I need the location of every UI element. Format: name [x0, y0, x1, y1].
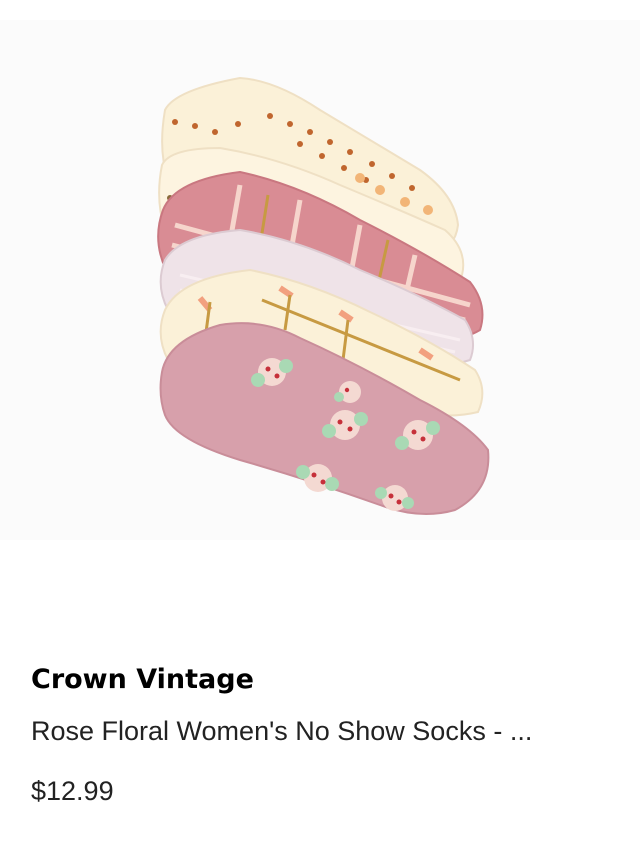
product-brand[interactable]: Crown Vintage: [31, 664, 254, 695]
socks-multipack-icon: [157, 76, 490, 515]
product-card[interactable]: Crown Vintage Rose Floral Women's No Sho…: [0, 0, 640, 853]
product-title[interactable]: Rose Floral Women's No Show Socks - ...: [31, 716, 611, 747]
product-image[interactable]: [0, 20, 640, 540]
product-price: $12.99: [31, 776, 114, 806]
